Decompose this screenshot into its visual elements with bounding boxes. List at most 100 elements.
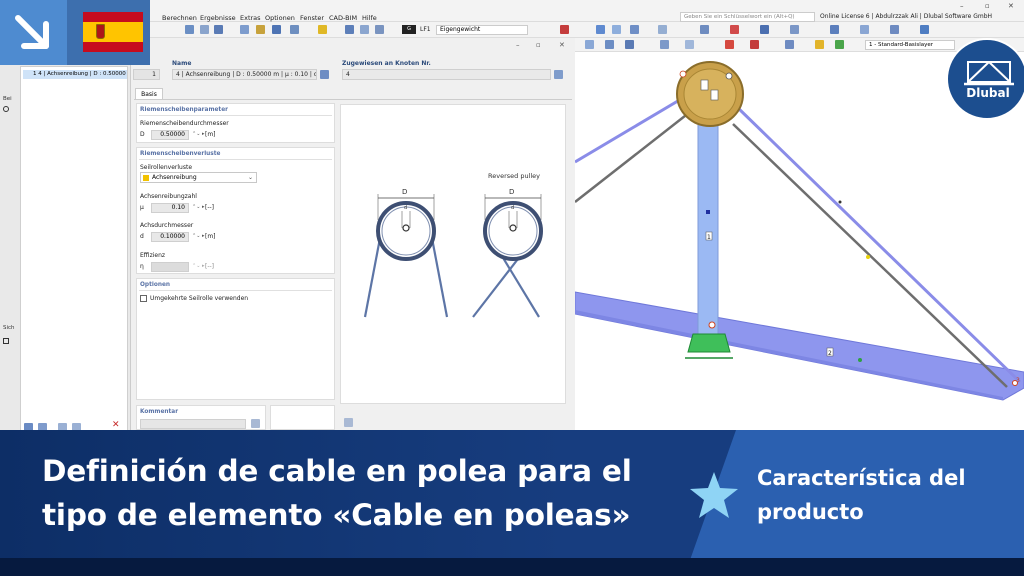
toolbar-axis-icon[interactable] — [658, 25, 667, 34]
toolbar-calc-icon[interactable] — [360, 25, 369, 34]
toolbar-solid-icon[interactable] — [830, 25, 839, 34]
assigned-node-field[interactable]: 4 — [342, 69, 551, 80]
toolbar-report-icon[interactable] — [375, 25, 384, 34]
number-field[interactable]: 1 — [133, 69, 160, 80]
params-section: Riemenscheibenparameter Riemenscheibendu… — [136, 103, 335, 143]
feature-line-2: producto — [757, 500, 864, 524]
toolbar-node-icon[interactable] — [700, 25, 709, 34]
toolbar-select-icon[interactable] — [596, 25, 605, 34]
toolbar-load-icon[interactable] — [318, 25, 327, 34]
loss-type-label: Seilrollenverluste — [140, 164, 193, 171]
list-delete-icon[interactable]: ✕ — [112, 420, 120, 430]
support — [687, 333, 731, 353]
options-divider — [139, 290, 332, 291]
side-label-bei: Bei — [3, 96, 12, 102]
toolbar-surface-icon[interactable] — [790, 25, 799, 34]
friction-stepper[interactable]: ⌃⌄ ▸ — [192, 204, 204, 210]
node-marker-b — [725, 72, 733, 80]
left-axle-label: d — [404, 205, 407, 211]
side-radio[interactable] — [3, 106, 9, 112]
toolbar-table-icon[interactable] — [185, 25, 194, 34]
diameter-input[interactable]: 0.50000 — [151, 130, 189, 140]
toolbar-panel-icon[interactable] — [214, 25, 223, 34]
view-close-icon[interactable] — [750, 40, 759, 49]
title-line-2: tipo de elemento «Cable en poleas» — [42, 498, 631, 532]
toolbar-section-icon[interactable] — [272, 25, 281, 34]
minimize-icon[interactable]: – — [960, 2, 964, 10]
list-item[interactable]: 1 4 | Achsenreibung | D : 0.50000 — [23, 70, 127, 79]
dialog-minimize-icon[interactable]: – — [516, 41, 520, 49]
load-case-select[interactable]: Eigengewicht — [436, 25, 528, 35]
menu-berechnen[interactable]: Berechnen — [162, 14, 197, 22]
toolbar-zoom-icon[interactable] — [612, 25, 621, 34]
loss-type-select[interactable]: Achsenreibung ⌄ — [140, 172, 257, 183]
object-list: 1 4 | Achsenreibung | D : 0.50000 — [20, 66, 128, 471]
menu-hilfe[interactable]: Hilfe — [362, 14, 377, 22]
friction-input[interactable]: 0.10 — [151, 203, 189, 213]
toolbar-view-icon[interactable] — [200, 25, 209, 34]
view-visibility-icon[interactable] — [815, 40, 824, 49]
menu-fenster[interactable]: Fenster — [300, 14, 324, 22]
preview-tool-icon[interactable] — [344, 418, 353, 427]
left-rope-b — [429, 232, 449, 318]
menu-cad-bim[interactable]: CAD-BIM — [329, 14, 357, 22]
toolbar-hinge-icon[interactable] — [920, 25, 929, 34]
dialog-restore-icon[interactable]: ▫ — [536, 41, 541, 49]
logo-text: Dlubal — [966, 86, 1010, 100]
cable-marker-2 — [838, 200, 842, 204]
layer-select[interactable]: 1 - Standard-Basislayer — [865, 40, 955, 50]
cable-left-lower — [574, 111, 691, 203]
diameter-stepper[interactable]: ⌃⌄ ▸ — [192, 131, 204, 137]
banner-bottom-strip — [0, 558, 1024, 576]
restore-icon[interactable]: ▫ — [985, 2, 990, 10]
support-node — [708, 321, 716, 329]
toolbar-render-icon[interactable] — [290, 25, 299, 34]
toolbar-support-icon[interactable] — [730, 25, 739, 34]
diameter-unit: [m] — [205, 131, 216, 138]
comment-edit-icon[interactable] — [251, 419, 260, 428]
right-dim-label: D — [509, 188, 514, 196]
horizontal-beam — [574, 291, 1024, 401]
side-checkbox[interactable] — [3, 338, 9, 344]
view-side-icon[interactable] — [625, 40, 634, 49]
toolbar-grid-icon[interactable] — [240, 25, 249, 34]
view-layer-icon[interactable] — [785, 40, 794, 49]
comment-input[interactable] — [140, 419, 246, 429]
menu-ergebnisse[interactable]: Ergebnisse — [200, 14, 236, 22]
axle-stepper[interactable]: ⌃⌄ ▸ — [192, 233, 204, 239]
menu-optionen[interactable]: Optionen — [265, 14, 295, 22]
toolbar-rotate-icon[interactable] — [630, 25, 639, 34]
toolbar-result-icon[interactable] — [345, 25, 354, 34]
flag-crest-icon — [96, 24, 105, 39]
toolbar-delete-icon[interactable] — [560, 25, 569, 34]
diameter-label: Riemenscheibendurchmesser — [140, 120, 229, 127]
close-icon[interactable]: ✕ — [1008, 2, 1014, 10]
loss-type-value: Achsenreibung — [152, 174, 197, 181]
star-icon — [690, 472, 738, 518]
view-iso-icon[interactable] — [585, 40, 594, 49]
dialog-close-icon[interactable]: ✕ — [559, 41, 565, 49]
toolbar-member-icon[interactable] — [760, 25, 769, 34]
pick-node-icon[interactable] — [554, 70, 563, 79]
view-clip-icon[interactable] — [725, 40, 734, 49]
toolbar-line-icon[interactable] — [890, 25, 899, 34]
reverse-pulley-checkbox[interactable] — [140, 295, 147, 302]
dlubal-logo — [946, 38, 1024, 120]
toolbar-model-icon[interactable] — [256, 25, 265, 34]
view-wire-icon[interactable] — [685, 40, 694, 49]
pulley-diagram: D d Reversed pulley D d — [363, 172, 543, 318]
toolbar-opening-icon[interactable] — [860, 25, 869, 34]
arrow-tile — [0, 0, 67, 65]
name-field[interactable]: 4 | Achsenreibung | D : 0.50000 m | µ : … — [172, 69, 317, 80]
view-color-icon[interactable] — [835, 40, 844, 49]
view-front-icon[interactable] — [605, 40, 614, 49]
edit-name-icon[interactable] — [320, 70, 329, 79]
menu-extras[interactable]: Extras — [240, 14, 261, 22]
feature-line-1: Característica del — [757, 466, 966, 490]
right-axle-label: d — [511, 205, 514, 211]
losses-header: Riemenscheibenverluste — [140, 151, 221, 157]
axle-input[interactable]: 0.10000 — [151, 232, 189, 242]
name-title: Name — [172, 60, 192, 67]
search-input[interactable]: Geben Sie ein Schlüsselwort ein (Alt+Q) — [680, 12, 815, 22]
view-top-icon[interactable] — [660, 40, 669, 49]
